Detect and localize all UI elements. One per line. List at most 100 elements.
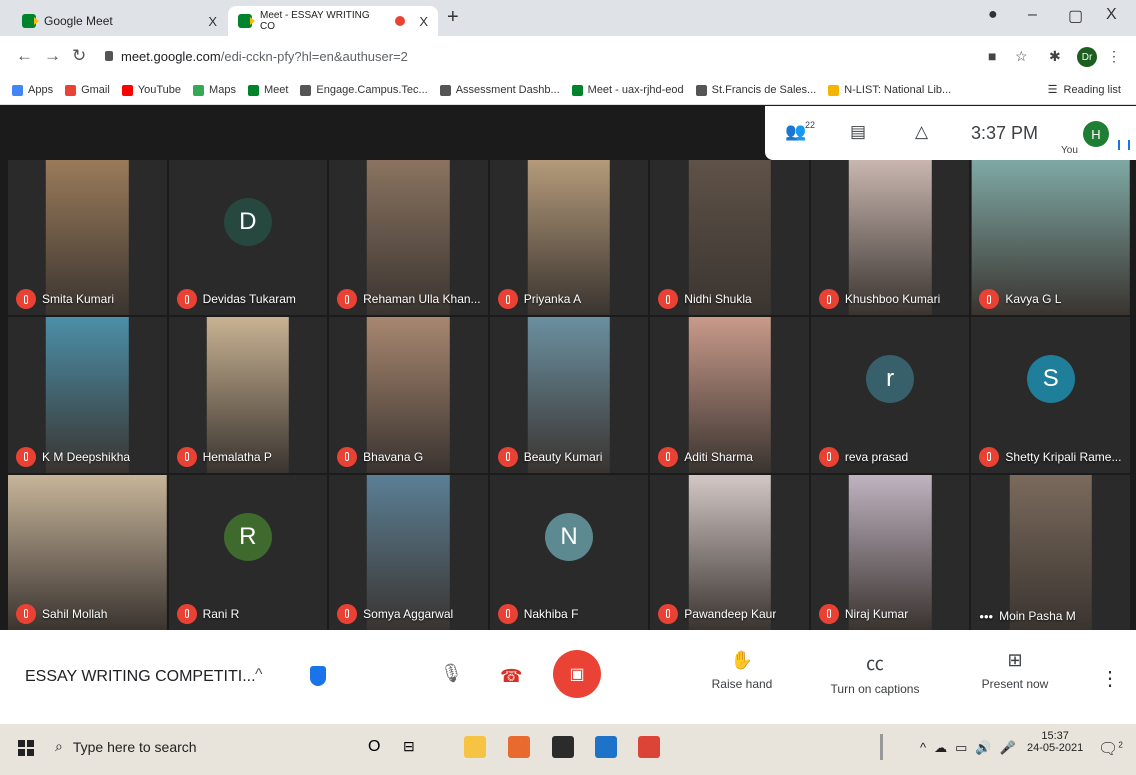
extensions-icon[interactable]: ✱: [1049, 48, 1061, 65]
meeting-title[interactable]: ESSAY WRITING COMPETITI...: [25, 668, 256, 686]
bookmark-item[interactable]: Maps: [193, 84, 236, 96]
chevron-up-icon[interactable]: ^: [255, 666, 263, 684]
bookmark-label: Assessment Dashb...: [455, 84, 560, 96]
participant-tile[interactable]: Khushboo Kumari: [810, 160, 970, 316]
participant-tile[interactable]: ••• Moin Pasha M: [971, 474, 1130, 630]
bookmark-star-icon[interactable]: ☆: [1015, 48, 1028, 65]
participant-tile[interactable]: K M Deepshikha: [8, 317, 167, 473]
participant-tile[interactable]: Kavya G L: [971, 160, 1130, 316]
back-icon[interactable]: ←: [16, 46, 33, 66]
participant-name-row: Rani R: [176, 603, 239, 624]
participant-name-row: Kavya G L: [979, 289, 1061, 310]
participant-name-row: Devidas Tukaram: [176, 289, 296, 310]
mail-icon[interactable]: [595, 736, 617, 758]
system-tray: ^ ☁ ▭ 🔊 🎤: [920, 740, 1016, 756]
profile-avatar[interactable]: Dr: [1077, 47, 1097, 67]
participant-tile[interactable]: Hemalatha P: [168, 317, 328, 473]
muted-mic-icon: [497, 289, 518, 310]
hang-up-icon[interactable]: ☎: [500, 666, 522, 687]
cortana-icon[interactable]: O: [368, 738, 380, 756]
participant-name-row: Priyanka A: [497, 289, 581, 310]
reading-list-button[interactable]: ☰ Reading list: [1048, 83, 1121, 97]
host-controls-icon[interactable]: [310, 666, 326, 686]
bookmark-item[interactable]: YouTube: [121, 84, 181, 96]
participant-tile[interactable]: Somya Aggarwal: [329, 474, 488, 630]
bookmark-item[interactable]: Gmail: [65, 84, 110, 96]
close-window-button[interactable]: X: [1106, 6, 1117, 24]
present-now-button[interactable]: ⊞ Present now: [955, 650, 1075, 691]
people-icon[interactable]: 👥: [785, 122, 806, 142]
cloud-icon[interactable]: ☁: [934, 740, 947, 756]
camera-off-icon: ▣: [569, 666, 585, 683]
address-bar-row: ← → ↻ meet.google.com/edi-cckn-pfy?hl=en…: [0, 36, 1136, 76]
participant-tile[interactable]: Nidhi Shukla: [650, 160, 809, 316]
more-options-icon[interactable]: ⋮: [1100, 666, 1120, 691]
chat-icon[interactable]: ▤: [850, 122, 866, 142]
close-tab-icon[interactable]: X: [419, 14, 428, 29]
forward-icon[interactable]: →: [44, 46, 61, 66]
new-tab-button[interactable]: +: [447, 6, 459, 29]
restore-button[interactable]: ▢: [1068, 6, 1083, 26]
chrome-icon[interactable]: [638, 736, 660, 758]
participant-tile[interactable]: R Rani R: [168, 474, 328, 630]
bookmark-item[interactable]: Apps: [12, 84, 53, 96]
bookmark-item[interactable]: Assessment Dashb...: [439, 84, 560, 96]
participant-tile[interactable]: r reva prasad: [810, 317, 970, 473]
bookmark-item[interactable]: Meet - uax-rjhd-eod: [571, 84, 684, 96]
microphone-icon[interactable]: 🎤: [1000, 740, 1016, 756]
raise-hand-button[interactable]: ✋ Raise hand: [682, 650, 802, 691]
photos-icon[interactable]: [508, 736, 530, 758]
bookmark-item[interactable]: St.Francis de Sales...: [695, 84, 816, 96]
participant-tile[interactable]: Rehaman Ulla Khan...: [329, 160, 488, 316]
participant-tile[interactable]: N Nakhiba F: [489, 474, 649, 630]
minimize-button[interactable]: –: [1028, 6, 1037, 24]
raise-hand-label: Raise hand: [711, 677, 773, 691]
bookmark-item[interactable]: Engage.Campus.Tec...: [300, 84, 428, 96]
close-tab-icon[interactable]: X: [208, 14, 217, 29]
store-icon[interactable]: [552, 736, 574, 758]
participant-name-row: Hemalatha P: [176, 446, 272, 467]
microphone-icon[interactable]: 🎙: [440, 663, 463, 684]
file-explorer-icon[interactable]: [464, 736, 486, 758]
muted-mic-icon: [979, 289, 1000, 310]
participant-tile[interactable]: Smita Kumari: [8, 160, 167, 316]
bookmark-item[interactable]: N-LIST: National Lib...: [828, 84, 951, 96]
participant-tile[interactable]: Pawandeep Kaur: [650, 474, 809, 630]
tab-essay-writing[interactable]: Meet - ESSAY WRITING CO X: [228, 6, 438, 36]
more-options-icon[interactable]: •••: [979, 609, 993, 624]
participant-avatar: D: [223, 198, 272, 247]
reload-icon[interactable]: ↻: [72, 46, 86, 66]
muted-mic-icon: [658, 289, 679, 310]
participant-tile[interactable]: Niraj Kumar: [810, 474, 970, 630]
browser-tab-strip: Google Meet X Meet - ESSAY WRITING CO X …: [0, 0, 1136, 36]
task-view-icon[interactable]: ⊟: [403, 738, 415, 755]
captions-button[interactable]: ㏄ Turn on captions: [815, 650, 935, 696]
activities-icon[interactable]: △: [915, 122, 928, 142]
recording-icon: [395, 16, 406, 26]
camera-indicator-icon[interactable]: ■: [988, 48, 996, 64]
bookmark-item[interactable]: Meet: [247, 84, 288, 96]
account-circle-icon[interactable]: ●: [988, 6, 998, 24]
volume-icon[interactable]: 🔊: [975, 740, 991, 756]
notification-icon[interactable]: 🗨2: [1098, 739, 1123, 759]
participant-tile[interactable]: Priyanka A: [489, 160, 649, 316]
bookmark-icon: [121, 84, 133, 96]
menu-icon[interactable]: ⋮: [1107, 48, 1121, 65]
camera-off-button[interactable]: ▣: [553, 650, 601, 698]
tab-google-meet[interactable]: Google Meet X: [12, 6, 227, 36]
chevron-up-icon[interactable]: ^: [920, 740, 926, 756]
taskbar-clock[interactable]: 15:37 24-05-2021: [1027, 730, 1083, 754]
participant-tile[interactable]: Sahil Mollah: [8, 474, 167, 630]
url-field[interactable]: meet.google.com/edi-cckn-pfy?hl=en&authu…: [105, 43, 965, 69]
url-path: /edi-cckn-pfy?hl=en&authuser=2: [220, 48, 408, 64]
bookmark-icon: [439, 84, 451, 96]
participant-tile[interactable]: Aditi Sharma: [650, 317, 809, 473]
taskbar-search[interactable]: ⌕ Type here to search: [55, 738, 197, 755]
battery-icon[interactable]: ▭: [955, 740, 967, 756]
windows-start-icon[interactable]: [18, 740, 34, 756]
self-avatar[interactable]: H: [1083, 121, 1109, 147]
participant-tile[interactable]: S Shetty Kripali Rame...: [971, 317, 1130, 473]
participant-tile[interactable]: D Devidas Tukaram: [168, 160, 328, 316]
participant-tile[interactable]: Beauty Kumari: [489, 317, 649, 473]
participant-tile[interactable]: Bhavana G: [329, 317, 488, 473]
